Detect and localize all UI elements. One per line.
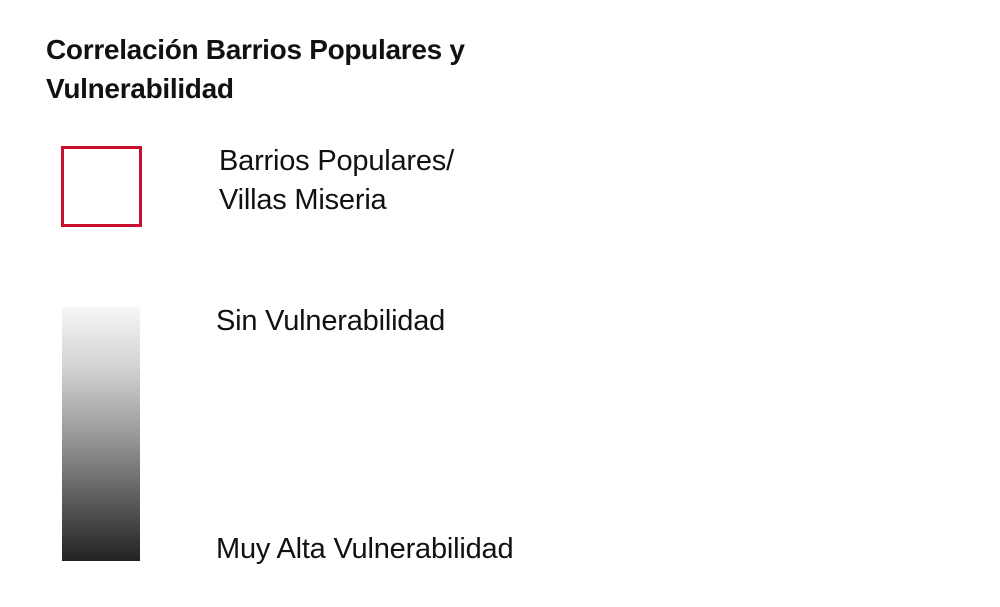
legend-title-line-2: Vulnerabilidad bbox=[46, 73, 234, 104]
legend-title: Correlación Barrios Populares y Vulnerab… bbox=[46, 30, 606, 108]
gradient-bottom-label: Muy Alta Vulnerabilidad bbox=[216, 533, 514, 565]
gradient-top-label: Sin Vulnerabilidad bbox=[216, 305, 446, 337]
vulnerability-gradient-bar bbox=[62, 307, 140, 561]
barrios-populares-label-line-1: Barrios Populares/ bbox=[219, 145, 454, 177]
barrios-populares-swatch bbox=[61, 146, 142, 227]
legend-title-line-1: Correlación Barrios Populares y bbox=[46, 34, 465, 65]
barrios-populares-label: Barrios Populares/ Villas Miseria bbox=[219, 142, 454, 220]
barrios-populares-label-line-2: Villas Miseria bbox=[219, 184, 387, 216]
